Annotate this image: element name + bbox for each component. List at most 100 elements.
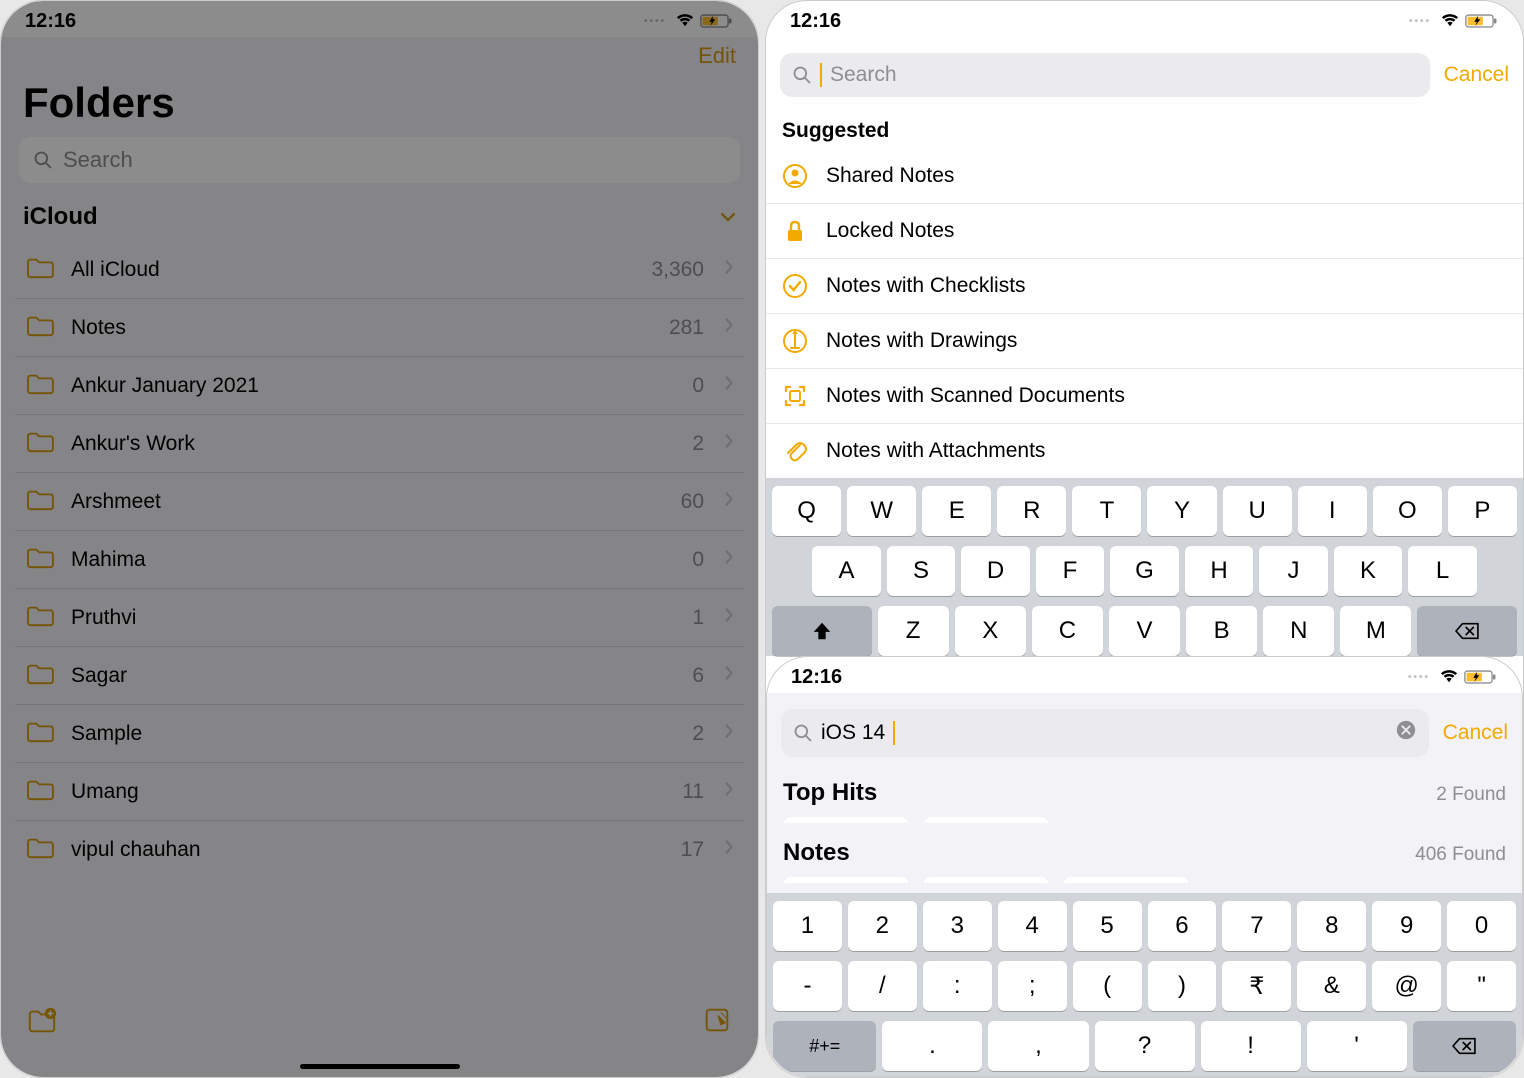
key-r[interactable]: R [997,486,1066,536]
key-v[interactable]: V [1109,606,1180,656]
key-@[interactable]: @ [1372,961,1441,1011]
key-;[interactable]: ; [998,961,1067,1011]
section-notes: Notes 406 Found [767,823,1522,877]
key-0[interactable]: 0 [1447,901,1516,951]
suggested-item[interactable]: Notes with Checklists [766,259,1523,314]
key-punct[interactable]: , [988,1021,1088,1071]
key-2[interactable]: 2 [848,901,917,951]
screen-search-results: 12:16 •••• iOS 14 Cancel [766,656,1523,1077]
key-d[interactable]: D [961,546,1030,596]
key-punct[interactable]: . [882,1021,982,1071]
key-y[interactable]: Y [1147,486,1216,536]
key-4[interactable]: 4 [998,901,1067,951]
person-icon [782,163,808,189]
signal-dots-icon: •••• [1408,672,1430,683]
key-t[interactable]: T [1072,486,1141,536]
note-thumbnail: Things to do to Setup a new iPhoneGet a … [923,877,1049,883]
key-w[interactable]: W [847,486,916,536]
mode-symbols-key[interactable]: #+= [773,1021,876,1071]
key-&[interactable]: & [1297,961,1366,1011]
folder-row[interactable]: Pruthvi 1 [15,589,744,647]
chevron-right-icon [724,375,734,396]
key-punct[interactable]: ! [1201,1021,1301,1071]
key-8[interactable]: 8 [1297,901,1366,951]
folder-count: 17 [681,838,704,862]
key-i[interactable]: I [1298,486,1367,536]
key-"[interactable]: " [1447,961,1516,1011]
key-f[interactable]: F [1036,546,1105,596]
key-k[interactable]: K [1334,546,1403,596]
status-time: 12:16 [790,10,841,33]
key-b[interactable]: B [1186,606,1257,656]
key--[interactable]: - [773,961,842,1011]
check-icon [782,273,808,299]
suggested-item[interactable]: Notes with Attachments [766,424,1523,478]
key-a[interactable]: A [812,546,881,596]
key-q[interactable]: Q [772,486,841,536]
key-n[interactable]: N [1263,606,1334,656]
folder-row[interactable]: Arshmeet 60 [15,473,744,531]
key-3[interactable]: 3 [923,901,992,951]
text-cursor [820,63,822,87]
folder-icon [25,371,55,400]
key-z[interactable]: Z [878,606,949,656]
suggested-item[interactable]: Notes with Drawings [766,314,1523,369]
delete-key[interactable] [1417,606,1517,656]
key-m[interactable]: M [1340,606,1411,656]
key-g[interactable]: G [1110,546,1179,596]
key-5[interactable]: 5 [1073,901,1142,951]
folder-row[interactable]: Ankur January 2021 0 [15,357,744,415]
edit-button[interactable]: Edit [1,37,758,75]
cancel-button[interactable]: Cancel [1444,63,1509,87]
key-c[interactable]: C [1032,606,1103,656]
folder-count: 11 [682,780,704,804]
folder-row[interactable]: Sagar 6 [15,647,744,705]
key-([interactable]: ( [1073,961,1142,1011]
key-₹[interactable]: ₹ [1222,961,1291,1011]
suggested-item[interactable]: Notes with Scanned Documents [766,369,1523,424]
key-o[interactable]: O [1373,486,1442,536]
key-h[interactable]: H [1185,546,1254,596]
cancel-button[interactable]: Cancel [1443,721,1508,745]
keyboard: QWERTYUIOP ASDFGHJKL ZXCVBNM [766,478,1523,656]
key-punct[interactable]: ? [1095,1021,1195,1071]
key-1[interactable]: 1 [773,901,842,951]
search-input[interactable]: Search [19,137,740,183]
key-:[interactable]: : [923,961,992,1011]
section-top-hits: Top Hits 2 Found [767,769,1522,817]
shift-key[interactable] [772,606,872,656]
suggested-item[interactable]: Locked Notes [766,204,1523,259]
delete-key[interactable] [1413,1021,1516,1071]
key-punct[interactable]: ' [1307,1021,1407,1071]
folder-row[interactable]: All iCloud 3,360 [15,241,744,299]
key-j[interactable]: J [1259,546,1328,596]
wifi-icon [674,10,696,33]
new-folder-button[interactable] [27,1005,57,1040]
suggested-item[interactable]: Shared Notes [766,149,1523,204]
key-s[interactable]: S [887,546,956,596]
clear-search-button[interactable] [1395,719,1417,747]
folder-row[interactable]: Ankur's Work 2 [15,415,744,473]
key-/[interactable]: / [848,961,917,1011]
key-e[interactable]: E [922,486,991,536]
folder-row[interactable]: Umang 11 [15,763,744,821]
folder-row[interactable]: Mahima 0 [15,531,744,589]
key-)[interactable]: ) [1148,961,1217,1011]
folder-row[interactable]: Sample 2 [15,705,744,763]
key-6[interactable]: 6 [1148,901,1217,951]
key-7[interactable]: 7 [1222,901,1291,951]
home-indicator[interactable] [300,1064,460,1069]
search-input[interactable]: iOS 14 [781,709,1429,757]
section-header-icloud[interactable]: iCloud [1,197,758,241]
key-u[interactable]: U [1223,486,1292,536]
key-p[interactable]: P [1448,486,1517,536]
wifi-icon [1439,10,1461,33]
folder-row[interactable]: Notes 281 [15,299,744,357]
key-x[interactable]: X [955,606,1026,656]
folder-row[interactable]: vipul chauhan 17 [15,821,744,878]
new-note-button[interactable] [702,1005,732,1040]
search-input[interactable]: Search [780,53,1430,97]
key-l[interactable]: L [1408,546,1477,596]
folder-label: Notes [71,316,653,340]
key-9[interactable]: 9 [1372,901,1441,951]
